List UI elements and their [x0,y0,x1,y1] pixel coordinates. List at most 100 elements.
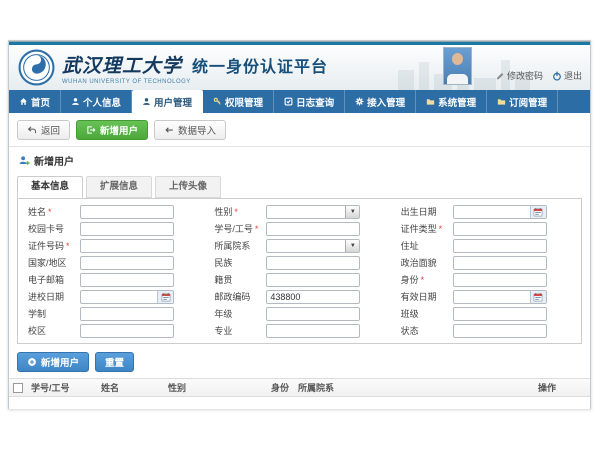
form-field-postal-code: 邮政编码 [206,290,392,304]
input-country-region[interactable] [80,256,174,270]
form-row: 证件号码* 所属院系 ▼ 住址 [20,237,579,254]
user-plus-icon [19,155,30,166]
select-all-checkbox[interactable] [13,383,23,393]
reset-button-label: 重置 [105,355,124,369]
nav-item-user-management[interactable]: 用户管理 [132,90,203,113]
form-field-id-type: 证件类型* [393,222,579,236]
calendar-button-enroll-date[interactable] [157,291,173,303]
nav-item-system-management[interactable]: 系统管理 [416,90,487,113]
form-row: 国家/地区 民族 政治面貌 [20,254,579,271]
form-field-student-id: 学号/工号* [206,222,392,236]
column-header[interactable]: 姓名 [97,381,164,394]
select-value [267,240,345,252]
select-department[interactable]: ▼ [266,239,360,253]
column-header[interactable]: 身份 [267,381,294,394]
form-field-status: 状态 [393,324,579,338]
app-window: 武汉理工大学 统一身份认证平台 WUHAN UNIVERSITY OF TECH… [8,40,591,409]
input-name[interactable] [80,205,174,219]
avatar [443,47,472,85]
form-actions: 新增用户 重置 [17,352,582,372]
reset-button[interactable]: 重置 [95,352,134,372]
form-field-class: 班级 [393,307,579,321]
calendar-button-valid-date[interactable] [530,291,546,303]
calendar-button-birth-date[interactable] [530,206,546,218]
pencil-icon [495,71,505,81]
add-user-toolbar-button[interactable]: 新增用户 [76,120,148,140]
input-major[interactable] [266,324,360,338]
input-schooling-length[interactable] [80,307,174,321]
toolbar: 返回 新增用户 数据导入 [9,113,590,146]
calendar-icon [533,207,543,217]
table-empty-row [9,397,590,410]
input-status[interactable] [453,324,547,338]
select-all-cell [9,383,27,393]
form-field-valid-date: 有效日期 [393,290,579,304]
input-id-type[interactable] [453,222,547,236]
column-header[interactable]: 学号/工号 [27,381,97,394]
user-icon [71,97,80,106]
form-row: 校园卡号 学号/工号* 证件类型* [20,220,579,237]
home-icon [19,97,28,106]
chevron-down-icon[interactable]: ▼ [345,240,359,252]
input-email[interactable] [80,273,174,287]
content: 返回 新增用户 数据导入 新增用户 基本信息扩展信息上传头像 姓名* 性别* ▼… [9,113,590,410]
form-field-grade: 年级 [206,307,392,321]
nav-item-subscription-management[interactable]: 订阅管理 [487,90,558,113]
column-header[interactable]: 操作 [534,381,590,394]
input-grade[interactable] [266,307,360,321]
form-row: 姓名* 性别* ▼ 出生日期 [20,203,579,220]
export-icon [86,125,96,135]
input-campus[interactable] [80,324,174,338]
calendar-icon [161,292,171,302]
nav-item-home[interactable]: 首页 [9,90,61,113]
logout-label: 退出 [564,69,582,82]
header: 武汉理工大学 统一身份认证平台 WUHAN UNIVERSITY OF TECH… [9,45,590,90]
input-student-id[interactable] [266,222,360,236]
date-field-enroll-date [80,290,174,304]
user-table: 学号/工号姓名性别身份所属院系操作 [9,378,590,410]
nav-item-log-query[interactable]: 日志查询 [274,90,345,113]
input-enroll-date[interactable] [81,291,157,303]
input-identity[interactable] [453,273,547,287]
form-field-country-region: 国家/地区 [20,256,206,270]
chevron-down-icon[interactable]: ▼ [345,206,359,218]
input-campus-card[interactable] [80,222,174,236]
input-valid-date[interactable] [454,291,530,303]
submit-add-user-button[interactable]: 新增用户 [17,352,89,372]
select-gender[interactable]: ▼ [266,205,360,219]
form-field-native-place: 籍贯 [206,273,392,287]
form-row: 学制 年级 班级 [20,305,579,322]
add-user-toolbar-label: 新增用户 [100,123,138,137]
input-address[interactable] [453,239,547,253]
form-tabs: 基本信息扩展信息上传头像 [9,176,590,198]
tab-basic-info[interactable]: 基本信息 [17,176,83,198]
folder-icon [426,97,435,106]
nav-item-access-management[interactable]: 接入管理 [345,90,416,113]
back-button[interactable]: 返回 [17,120,70,140]
user-icon [142,97,151,106]
form-field-major: 专业 [206,324,392,338]
tab-upload-avatar[interactable]: 上传头像 [155,176,221,198]
nav-item-profile[interactable]: 个人信息 [61,90,132,113]
tab-extended-info[interactable]: 扩展信息 [86,176,152,198]
university-logo [18,49,55,86]
change-password-link[interactable]: 修改密码 [495,69,543,85]
input-birth-date[interactable] [454,206,530,218]
power-icon [552,71,562,81]
column-header[interactable]: 所属院系 [294,381,534,394]
form-field-political-status: 政治面貌 [393,256,579,270]
input-political-status[interactable] [453,256,547,270]
submit-add-user-label: 新增用户 [41,355,79,369]
form-field-department: 所属院系 ▼ [206,239,392,253]
column-header[interactable]: 性别 [164,381,267,394]
nav-item-permission-management[interactable]: 权限管理 [203,90,274,113]
date-field-valid-date [453,290,547,304]
platform-title: 统一身份认证平台 [192,53,328,77]
input-ethnicity[interactable] [266,256,360,270]
data-import-button[interactable]: 数据导入 [154,120,226,140]
input-class[interactable] [453,307,547,321]
input-native-place[interactable] [266,273,360,287]
input-id-number[interactable] [80,239,174,253]
logout-link[interactable]: 退出 [552,69,582,85]
input-postal-code[interactable] [266,290,360,304]
